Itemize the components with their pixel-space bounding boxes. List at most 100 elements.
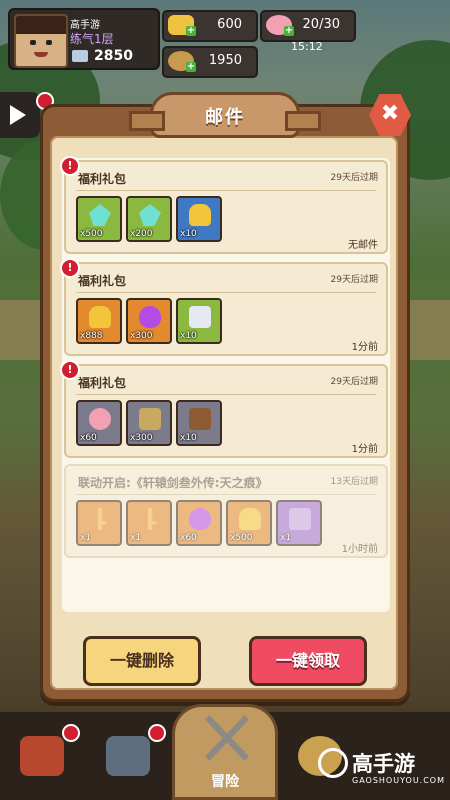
watermark-site: GAOSHOUYOU.COM (352, 776, 446, 785)
delete-all-button[interactable]: 一键删除 (83, 636, 201, 686)
keyg-icon (97, 508, 107, 530)
reward-item[interactable]: x10 (176, 400, 222, 446)
egg-icon (139, 306, 161, 328)
reward-items: x1 x1 x60 x500 x1 (76, 500, 322, 546)
mail-expiry: 29天后过期 (330, 275, 378, 285)
coin-value: 1950 (208, 53, 242, 68)
divider (76, 494, 376, 495)
stamina-timer: 15:12 (291, 40, 323, 53)
combat-power-icon (72, 50, 88, 62)
reward-item[interactable]: x60 (76, 400, 122, 446)
gold-icon (239, 508, 261, 530)
reward-item[interactable]: x1 (76, 500, 122, 546)
modal-title-plate: 邮件 (129, 92, 321, 138)
reward-count: x60 (180, 533, 197, 543)
divider (76, 292, 376, 293)
chest-icon (189, 408, 211, 430)
reward-count: x10 (180, 433, 197, 443)
reward-item[interactable]: x500 (76, 196, 122, 242)
divider (76, 190, 376, 191)
reward-count: x500 (80, 229, 103, 239)
mail-title: 联动开启:《轩辕剑叁外传:天之痕》 (78, 476, 268, 490)
keyg-icon (147, 508, 157, 530)
player-name: 高手游 (70, 20, 100, 31)
mail-expiry: 13天后过期 (330, 477, 378, 487)
gold-ingot-value: 600 (217, 17, 242, 32)
add-gold-button[interactable]: + (186, 26, 196, 36)
reward-count: x1 (280, 533, 292, 543)
unread-alert-icon: ! (60, 156, 80, 176)
reward-count: x1 (130, 533, 142, 543)
add-stamina-button[interactable]: + (284, 26, 294, 36)
add-coin-button[interactable]: + (186, 62, 196, 72)
stamina-resource[interactable]: + 20/30 (260, 10, 356, 42)
divider (76, 394, 376, 395)
mail-status: 1分前 (351, 342, 378, 353)
coin-resource[interactable]: + 1950 (162, 46, 258, 78)
nav-badge (62, 724, 80, 742)
side-menu-toggle[interactable] (0, 92, 40, 138)
ticket-icon (289, 508, 311, 530)
reward-item[interactable]: x500 (226, 500, 272, 546)
gold-ingot-resource[interactable]: + 600 (162, 10, 258, 42)
tonic-icon (189, 306, 211, 328)
reward-count: x200 (130, 229, 153, 239)
reward-item[interactable]: x1 (126, 500, 172, 546)
reward-count: x888 (80, 331, 103, 341)
reward-item[interactable]: x200 (126, 196, 172, 242)
mail-item[interactable]: ! 福利礼包 29天后过期 x888 x300 x10 1分前 (60, 258, 388, 356)
stamina-value: 20/30 (302, 17, 340, 32)
unread-alert-icon: ! (60, 258, 80, 278)
reward-item[interactable]: x300 (126, 400, 172, 446)
reward-items: x888 x300 x10 (76, 298, 222, 344)
reward-item[interactable]: x10 (176, 298, 222, 344)
crossed-swords-icon (205, 715, 249, 761)
modal-title: 邮件 (205, 107, 245, 128)
mail-title: 福利礼包 (78, 172, 127, 186)
player-panel[interactable]: 高手游 练气1层 2850 (8, 8, 160, 70)
crystal-icon (89, 204, 111, 226)
reward-count: x10 (180, 229, 197, 239)
watermark-brand: 高手游 (352, 752, 415, 776)
reward-item[interactable]: x300 (126, 298, 172, 344)
watermark-logo (318, 748, 348, 778)
player-rank: 练气1层 (70, 32, 114, 46)
mail-status: 无邮件 (348, 240, 378, 251)
gold-icon (89, 306, 111, 328)
reward-count: x500 (230, 533, 253, 543)
crystal-icon (139, 204, 161, 226)
mail-title: 福利礼包 (78, 376, 127, 390)
reward-items: x60 x300 x10 (76, 400, 222, 446)
reward-item[interactable]: x1 (276, 500, 322, 546)
nav-item-adventure[interactable]: 冒险 (172, 704, 278, 800)
reward-count: x60 (80, 433, 97, 443)
mail-status: 1分前 (351, 444, 378, 455)
nav-badge (148, 724, 166, 742)
mail-item[interactable]: ! 福利礼包 29天后过期 x500 x200 x10 无邮件 (60, 156, 388, 254)
mail-list[interactable]: ! 福利礼包 29天后过期 x500 x200 x10 无邮件! 福利礼包 29天后过期 x888… (60, 156, 390, 612)
reward-item[interactable]: x60 (176, 500, 222, 546)
mail-expiry: 29天后过期 (330, 377, 378, 387)
totem-icon (139, 408, 161, 430)
reward-count: x300 (130, 433, 153, 443)
helmet-icon (106, 736, 150, 776)
mail-item[interactable]: 联动开启:《轩辕剑叁外传:天之痕》 13天后过期 x1 x1 x60 x500 x1 1小时前 (64, 464, 388, 558)
mail-item[interactable]: ! 福利礼包 29天后过期 x60 x300 x10 1分前 (60, 360, 388, 458)
claim-all-button[interactable]: 一键领取 (249, 636, 367, 686)
mail-title: 福利礼包 (78, 274, 127, 288)
combat-power: 2850 (94, 48, 133, 64)
reward-item[interactable]: x888 (76, 298, 122, 344)
reward-count: x1 (80, 533, 92, 543)
reward-count: x10 (180, 331, 197, 341)
reward-item[interactable]: x10 (176, 196, 222, 242)
reward-count: x300 (130, 331, 153, 341)
gold-icon (189, 204, 211, 226)
nav-label-adventure: 冒险 (211, 774, 239, 790)
castle-icon (20, 736, 64, 776)
mail-expiry: 29天后过期 (330, 173, 378, 183)
peach-icon (89, 408, 111, 430)
mail-status: 1小时前 (341, 544, 378, 555)
avatar[interactable] (14, 14, 68, 68)
reward-items: x500 x200 x10 (76, 196, 222, 242)
unread-alert-icon: ! (60, 360, 80, 380)
